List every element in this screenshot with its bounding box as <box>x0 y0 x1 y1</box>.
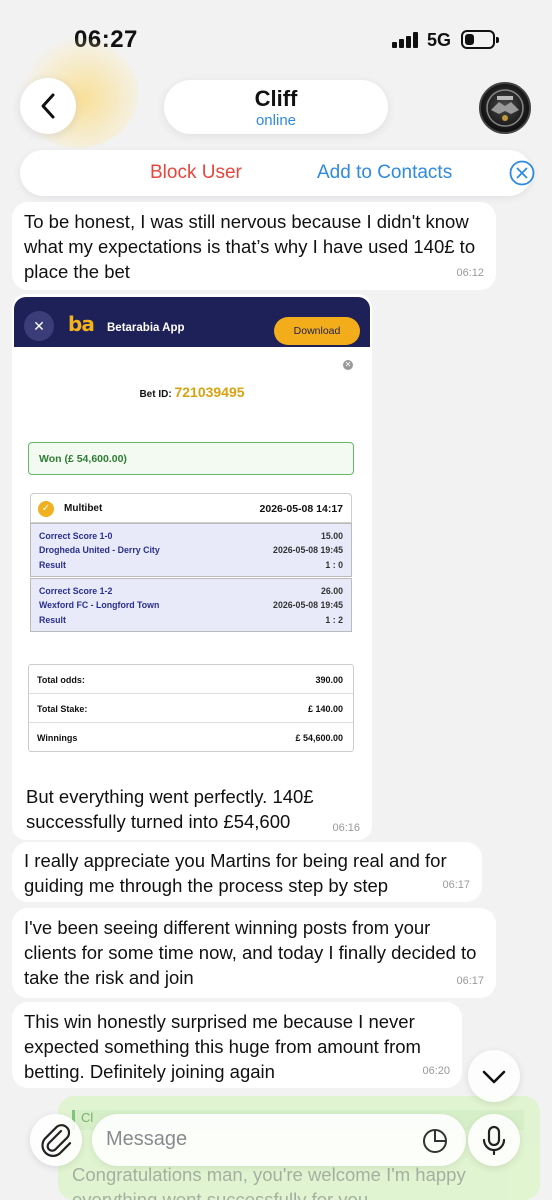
selection-market: Correct Score 1-0 <box>39 531 113 541</box>
selection-market: Correct Score 1-2 <box>39 586 113 596</box>
paperclip-icon <box>41 1124 72 1157</box>
chat-name: Cliff <box>254 86 298 111</box>
selection-row: Correct Score 1-0 15.00 Drogheda United … <box>30 523 352 577</box>
totals-label: Total Stake: <box>37 704 88 714</box>
multibet-date: 2026-05-08 14:17 <box>259 503 343 515</box>
close-icon[interactable] <box>509 160 535 186</box>
message-text: This win honestly surprised me because I… <box>24 1011 421 1082</box>
back-button[interactable] <box>20 78 76 134</box>
close-icon: ✕ <box>24 311 54 341</box>
message-time: 06:16 <box>332 822 360 834</box>
message-text: Congratulations man, you're welcome I'm … <box>72 1164 466 1200</box>
message-bubble[interactable]: This win honestly surprised me because I… <box>12 1002 462 1088</box>
microphone-icon <box>482 1125 506 1156</box>
ticket-download-button: Download <box>274 317 360 345</box>
microphone-button[interactable] <box>468 1114 520 1166</box>
message-text: But everything went perfectly. 140£ succ… <box>26 786 314 832</box>
bet-id-value: 721039495 <box>174 384 245 400</box>
message-bubble[interactable]: To be honest, I was still nervous becaus… <box>12 202 496 290</box>
message-bubble[interactable]: I really appreciate you Martins for bein… <box>12 842 482 902</box>
selection-result: 1 : 0 <box>325 560 343 570</box>
message-text: To be honest, I was still nervous becaus… <box>24 211 476 282</box>
message-placeholder: Message <box>106 1128 188 1150</box>
chevron-down-icon <box>482 1070 506 1084</box>
ticket-app-name: Betarabia App <box>107 322 185 334</box>
avatar-emblem-icon <box>486 89 524 127</box>
selection-odds: 15.00 <box>320 531 343 541</box>
attach-button[interactable] <box>30 1114 82 1166</box>
selection-match: Wexford FC - Longford Town <box>39 600 160 610</box>
totals-row: Total Stake: £ 140.00 <box>29 694 353 723</box>
bet-id: Bet ID: 721039495 <box>12 384 372 400</box>
image-message[interactable]: ✕ ba Betarabia App Download ✕ Bet ID: 72… <box>12 294 372 840</box>
selection-result-label: Result <box>39 615 66 625</box>
contact-action-bar: Block User Add to Contacts <box>20 150 535 196</box>
message-text: I've been seeing different winning posts… <box>24 917 477 988</box>
totals-value: 390.00 <box>315 675 343 685</box>
selection-match: Drogheda United - Derry City <box>39 545 160 555</box>
totals-label: Total odds: <box>37 675 85 685</box>
betarabia-logo: ba <box>68 312 95 336</box>
selection-result: 1 : 2 <box>325 615 343 625</box>
message-text: I really appreciate you Martins for bein… <box>24 850 447 896</box>
network-type: 5G <box>427 30 452 50</box>
signal-icon <box>392 32 420 48</box>
battery-icon <box>461 30 499 49</box>
scroll-down-button[interactable] <box>468 1050 520 1102</box>
chat-status: online <box>255 112 297 129</box>
avatar[interactable] <box>479 82 531 134</box>
multibet-label: Multibet <box>64 503 103 514</box>
selection-result-label: Result <box>39 560 66 570</box>
chevron-left-icon <box>41 93 55 119</box>
totals-value: £ 54,600.00 <box>295 733 343 743</box>
message-time: 06:20 <box>422 1065 450 1077</box>
check-icon: ✓ <box>38 501 54 517</box>
totals-value: £ 140.00 <box>307 704 343 714</box>
message-time: 06:12 <box>456 267 484 279</box>
ticket-header: ✕ ba Betarabia App Download <box>14 297 370 347</box>
message-bubble[interactable]: I've been seeing different winning posts… <box>12 908 496 998</box>
totals-label: Winnings <box>37 733 78 743</box>
selection-date: 2026-05-08 19:45 <box>273 545 343 555</box>
selection-odds: 26.00 <box>320 586 343 596</box>
won-banner: Won (£ 54,600.00) <box>28 442 354 475</box>
selection-date: 2026-05-08 19:45 <box>273 600 343 610</box>
message-time: 06:17 <box>442 879 470 891</box>
selection-row: Correct Score 1-2 26.00 Wexford FC - Lon… <box>30 578 352 632</box>
bet-id-label: Bet ID: <box>139 389 172 400</box>
ticket-totals: Total odds: 390.00 Total Stake: £ 140.00… <box>28 664 354 752</box>
block-user-button[interactable]: Block User <box>150 162 242 184</box>
message-input[interactable]: Message <box>92 1114 466 1166</box>
ticket-close-icon: ✕ <box>343 360 353 370</box>
totals-row: Winnings £ 54,600.00 <box>29 723 353 752</box>
message-time: 06:17 <box>456 975 484 987</box>
totals-row: Total odds: 390.00 <box>29 665 353 694</box>
chat-title[interactable]: Cliff online <box>164 80 388 134</box>
add-to-contacts-button[interactable]: Add to Contacts <box>317 162 452 184</box>
multibet-row: ✓ Multibet 2026-05-08 14:17 <box>30 493 352 523</box>
battery-level <box>465 34 474 45</box>
sticker-icon[interactable] <box>420 1126 450 1156</box>
